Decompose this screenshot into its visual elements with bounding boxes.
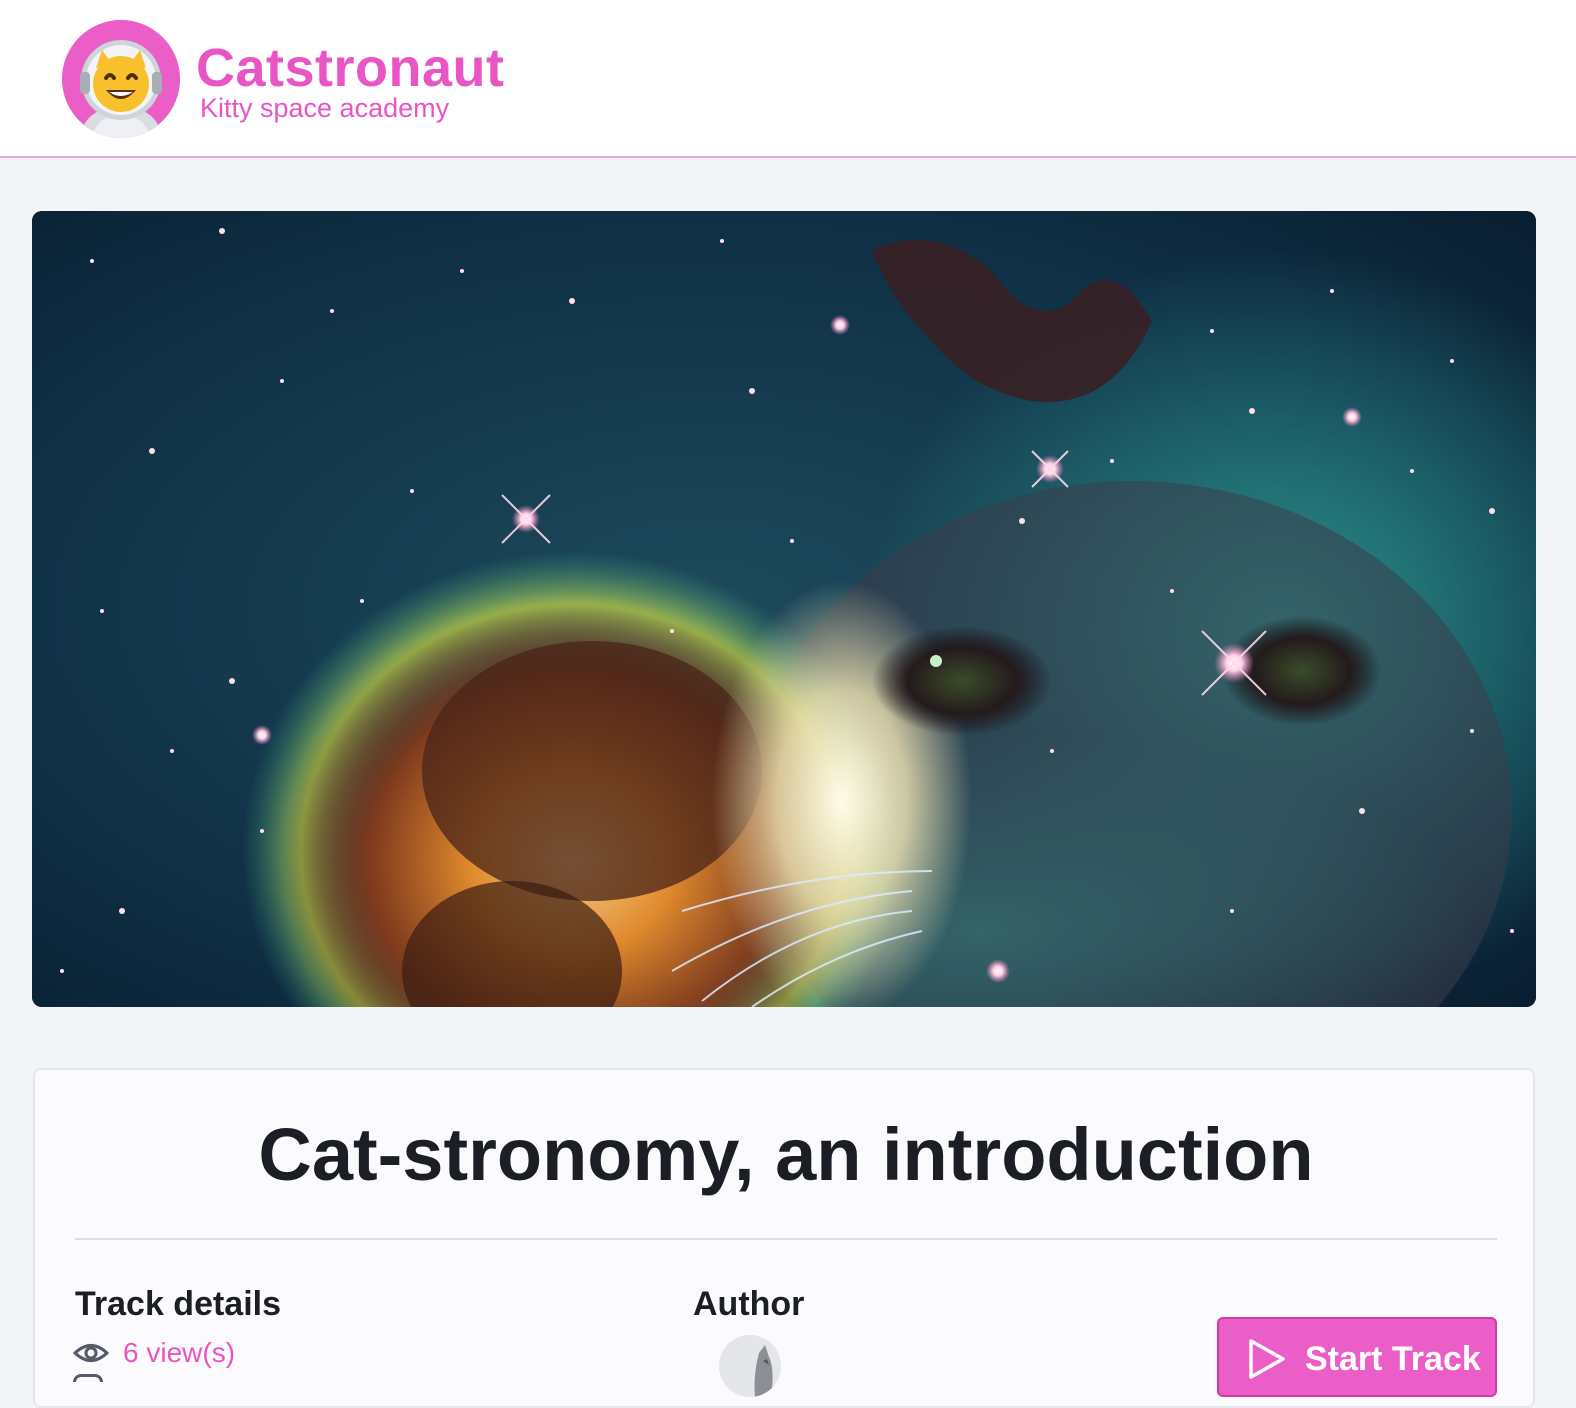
home-logo-link[interactable]: Catstronaut Kitty space academy [62, 20, 542, 140]
author-avatar[interactable] [719, 1335, 781, 1397]
start-track-label: Start Track [1305, 1340, 1481, 1378]
track-details-card: Cat-stronomy, an introduction Track deta… [33, 1068, 1535, 1408]
modules-icon [73, 1374, 103, 1382]
card-divider [75, 1238, 1497, 1240]
site-header: Catstronaut Kitty space academy [0, 0, 1576, 158]
track-title: Cat-stronomy, an introduction [258, 1113, 1314, 1196]
play-icon [1249, 1339, 1285, 1379]
brand-title: Catstronaut [196, 38, 505, 98]
track-details-heading: Track details [75, 1285, 282, 1323]
views-count-link[interactable]: 6 view(s) [123, 1334, 235, 1372]
eye-icon [73, 1344, 109, 1362]
astronaut-cat-logo-icon [62, 20, 180, 138]
start-track-button[interactable]: Start Track [1217, 1317, 1497, 1397]
brand-tagline: Kitty space academy [200, 93, 450, 123]
track-hero-image [32, 211, 1536, 1007]
author-heading: Author [693, 1285, 805, 1323]
